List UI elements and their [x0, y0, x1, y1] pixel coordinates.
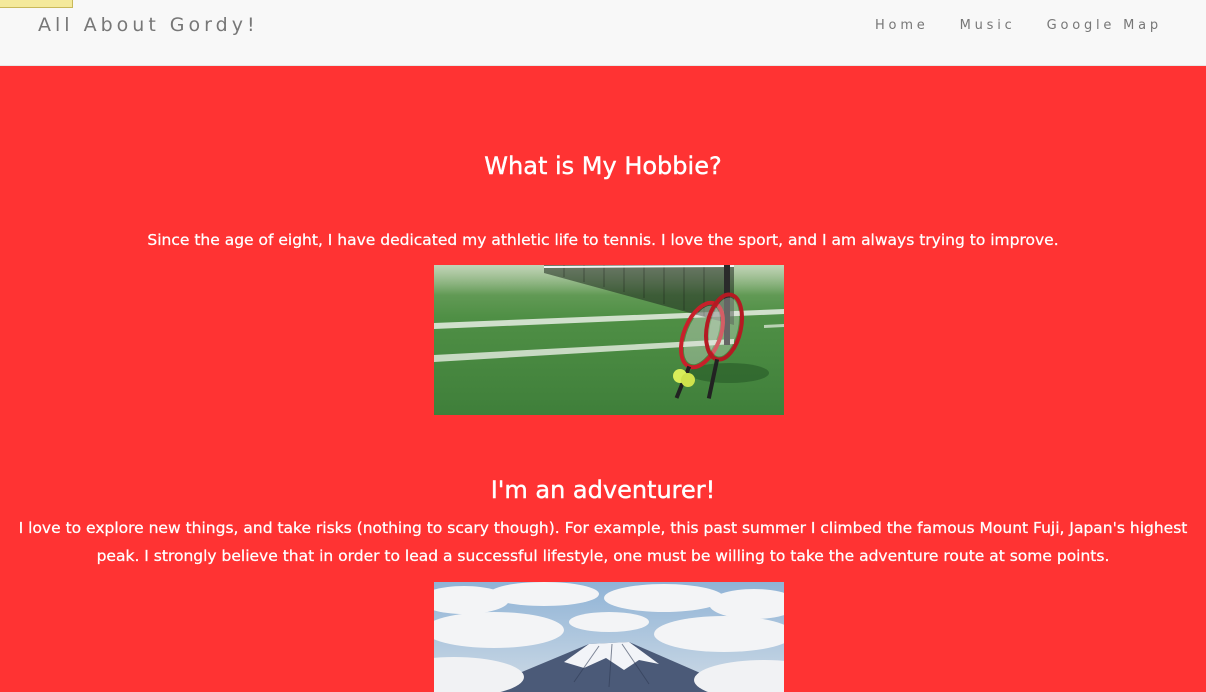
tooltip-fragment — [0, 0, 73, 8]
nav-link-music[interactable]: Music — [960, 18, 1016, 33]
hobby-paragraph: Since the age of eight, I have dedicated… — [147, 231, 1059, 249]
mount-fuji-photo — [434, 582, 784, 692]
tennis-photo — [434, 265, 784, 415]
adventurer-paragraph-line-1: I love to explore new things, and take r… — [18, 519, 1188, 537]
brand-link[interactable]: All About Gordy! — [38, 14, 259, 36]
adventurer-heading: I'm an adventurer! — [490, 476, 716, 504]
adventurer-paragraph-line-2: peak. I strongly believe that in order t… — [96, 547, 1110, 565]
nav-links: Home Music Google Map — [875, 18, 1162, 33]
hobby-heading: What is My Hobbie? — [484, 152, 722, 180]
nav-link-home[interactable]: Home — [875, 18, 929, 33]
main-content: What is My Hobbie? Since the age of eigh… — [0, 66, 1206, 692]
nav-link-google-map[interactable]: Google Map — [1047, 18, 1162, 33]
top-navbar: All About Gordy! Home Music Google Map — [0, 0, 1206, 66]
